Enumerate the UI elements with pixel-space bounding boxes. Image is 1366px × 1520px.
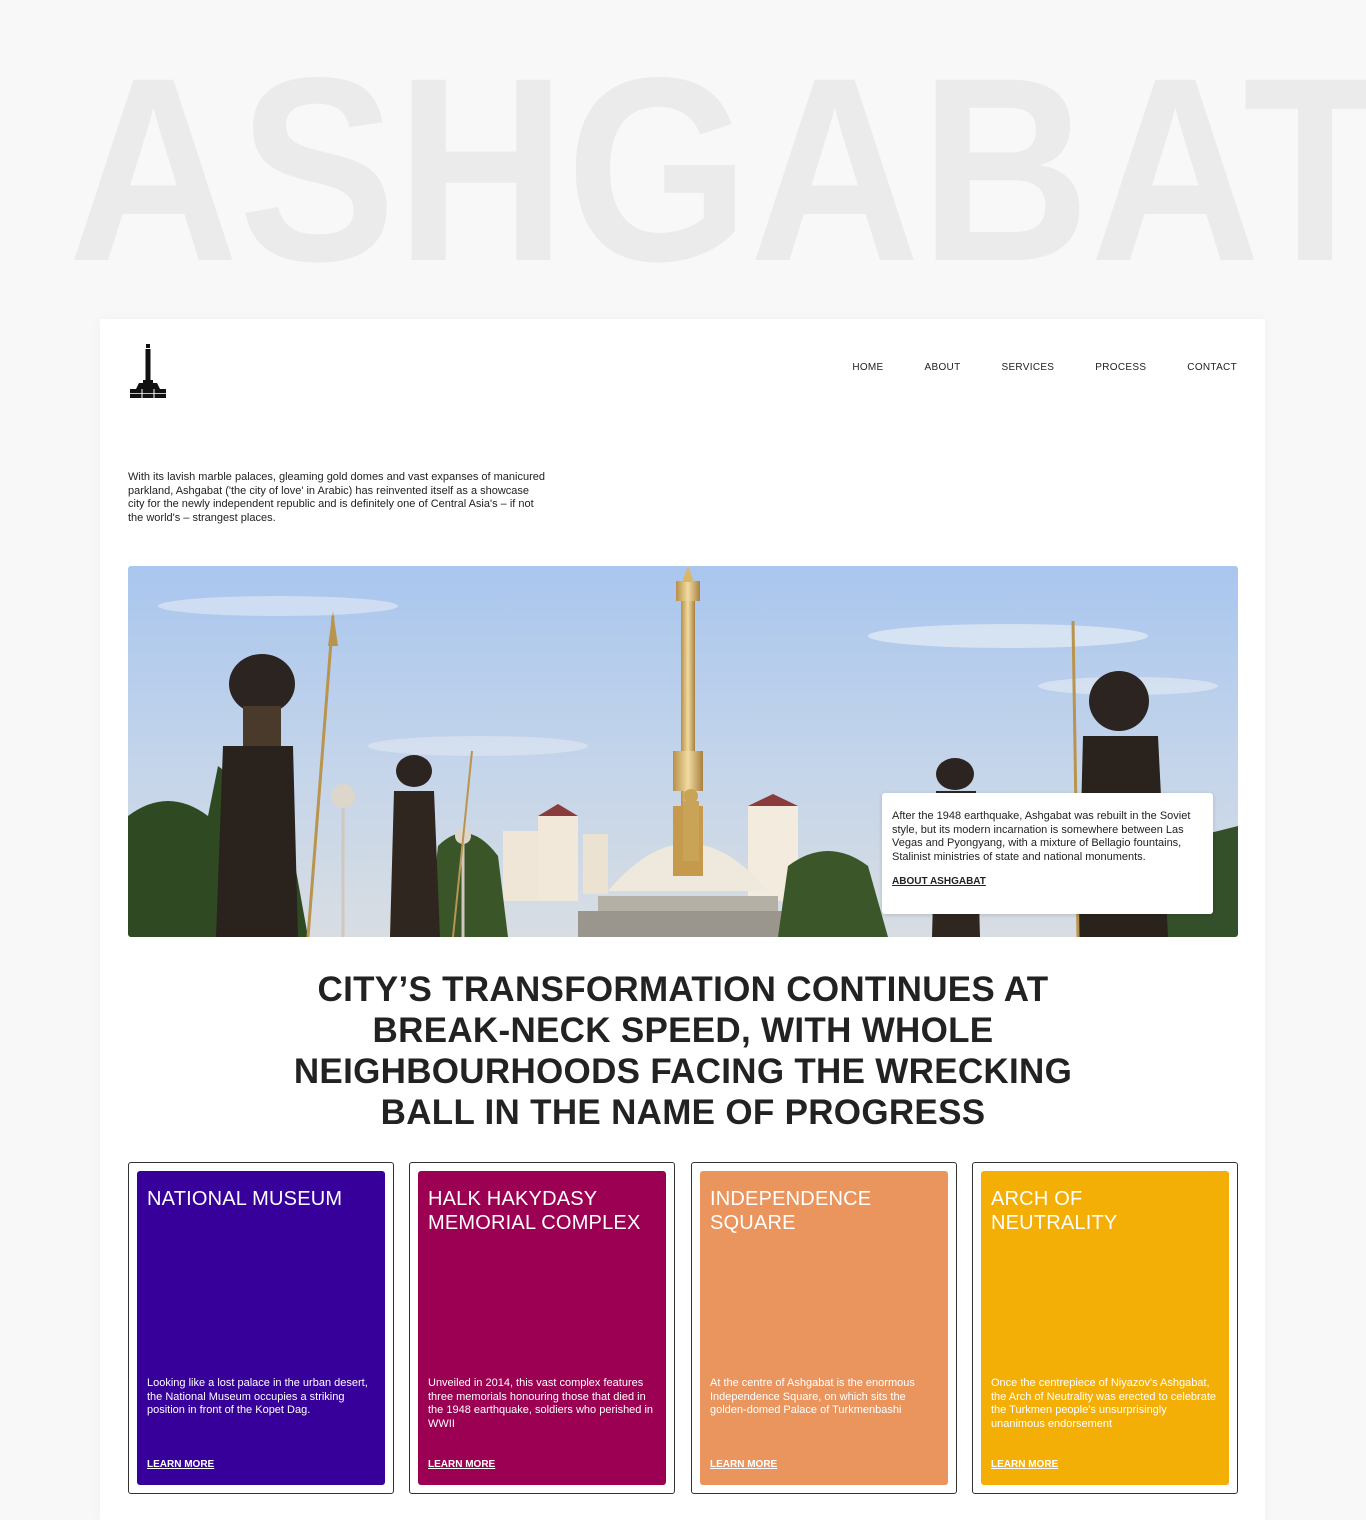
tile-description: Looking like a lost palace in the urban … — [147, 1377, 368, 1417]
page-card: HOME ABOUT SERVICES PROCESS CONTACT With… — [100, 319, 1265, 1520]
tile-halk-hakydasy[interactable]: HALK HAKYDASY MEMORIAL COMPLEX Unveiled … — [409, 1162, 675, 1494]
tile-title: NATIONAL MUSEUM — [147, 1188, 343, 1210]
main-nav: HOME ABOUT SERVICES PROCESS CONTACT — [811, 362, 1237, 373]
tile-arch-of-neutrality[interactable]: ARCH OF NEUTRALITY Once the centrepiece … — [972, 1162, 1238, 1494]
learn-more-link[interactable]: LEARN MORE — [991, 1459, 1058, 1470]
learn-more-link[interactable]: LEARN MORE — [428, 1459, 495, 1470]
tile-panel: NATIONAL MUSEUM Looking like a lost pala… — [137, 1171, 385, 1485]
nav-services[interactable]: SERVICES — [1001, 362, 1054, 373]
tile-description: At the centre of Ashgabat is the enormou… — [710, 1377, 915, 1417]
monument-logo-icon[interactable] — [128, 333, 168, 399]
about-ashgabat-link[interactable]: ABOUT ASHGABAT — [892, 876, 986, 887]
nav-about[interactable]: ABOUT — [925, 362, 961, 373]
nav-process[interactable]: PROCESS — [1095, 362, 1146, 373]
hero-image: After the 1948 earthquake, Ashgabat was … — [128, 566, 1238, 937]
tile-panel: HALK HAKYDASY MEMORIAL COMPLEX Unveiled … — [418, 1171, 666, 1485]
attractions-grid: NATIONAL MUSEUM Looking like a lost pala… — [128, 1162, 1238, 1494]
tile-title: HALK HAKYDASY MEMORIAL COMPLEX — [428, 1188, 641, 1234]
tile-title: INDEPENDENCE SQUARE — [710, 1188, 872, 1234]
headline: CITY’S TRANSFORMATION CONTINUES AT BREAK… — [293, 970, 1073, 1132]
hero-info-box: After the 1948 earthquake, Ashgabat was … — [882, 793, 1213, 914]
learn-more-link[interactable]: LEARN MORE — [710, 1459, 777, 1470]
nav-contact[interactable]: CONTACT — [1187, 362, 1237, 373]
learn-more-link[interactable]: LEARN MORE — [147, 1459, 214, 1470]
tile-independence-square[interactable]: INDEPENDENCE SQUARE At the centre of Ash… — [691, 1162, 957, 1494]
background-title: ASHGABAT — [68, 23, 1366, 316]
tile-description: Once the centrepiece of Niyazov's Ashgab… — [991, 1377, 1217, 1431]
tile-description: Unveiled in 2014, this vast complex feat… — [428, 1377, 654, 1431]
tile-panel: INDEPENDENCE SQUARE At the centre of Ash… — [700, 1171, 948, 1485]
intro-text: With its lavish marble palaces, gleaming… — [128, 471, 545, 525]
tile-title: ARCH OF NEUTRALITY — [991, 1188, 1118, 1234]
hero-info-text: After the 1948 earthquake, Ashgabat was … — [892, 810, 1191, 864]
tile-panel: ARCH OF NEUTRALITY Once the centrepiece … — [981, 1171, 1229, 1485]
nav-home[interactable]: HOME — [852, 362, 883, 373]
tile-national-museum[interactable]: NATIONAL MUSEUM Looking like a lost pala… — [128, 1162, 394, 1494]
